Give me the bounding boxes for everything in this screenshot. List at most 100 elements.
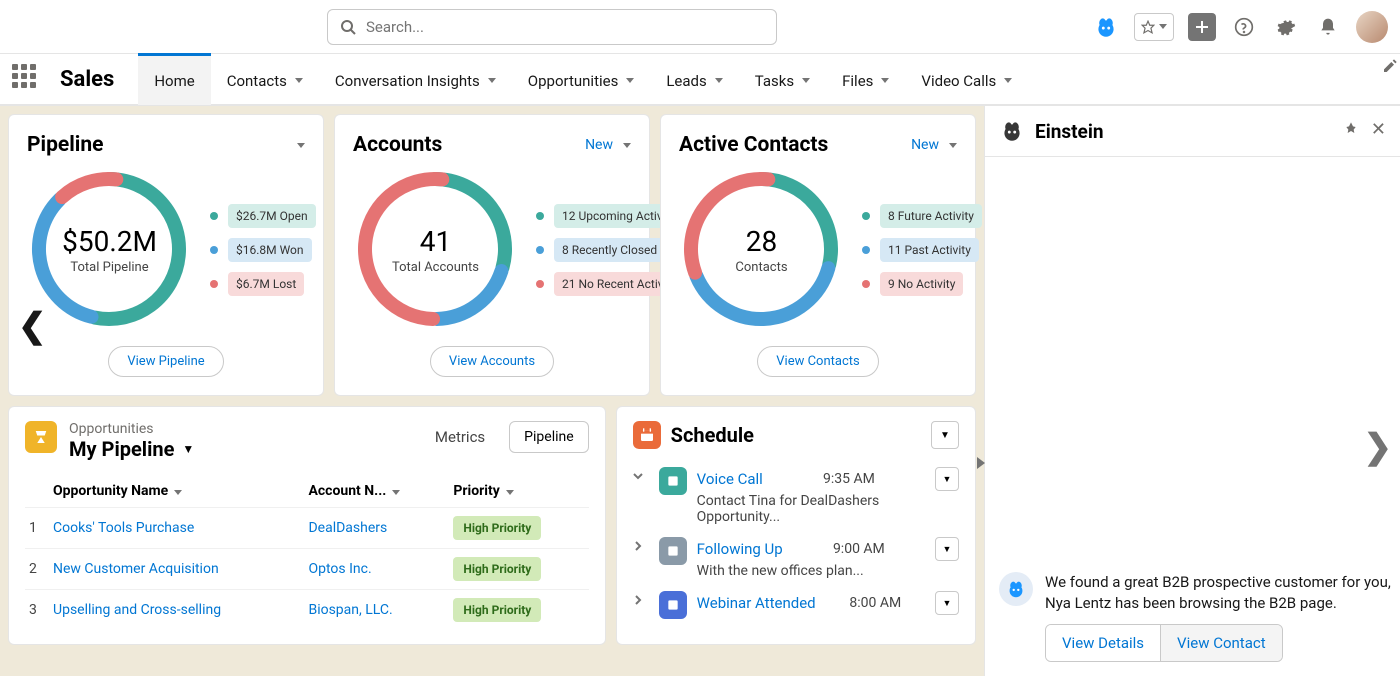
event-menu[interactable]: ▼ [935, 591, 959, 615]
expand-toggle[interactable] [633, 467, 649, 525]
accounts-donut: 41Total Accounts [353, 167, 518, 332]
chevron-down-icon [881, 78, 889, 83]
legend-pill: 8 Recently Closed [554, 238, 665, 262]
event-title[interactable]: Following Up [697, 540, 783, 558]
calendar-icon [633, 421, 661, 449]
legend-dot [862, 246, 870, 254]
event-title[interactable]: Webinar Attended [697, 594, 816, 612]
priority-badge: High Priority [453, 557, 541, 581]
nav-tab-contacts[interactable]: Contacts [211, 53, 319, 105]
pin-button[interactable] [1343, 121, 1359, 141]
metrics-toggle[interactable]: Metrics [423, 421, 497, 453]
help-button[interactable] [1230, 13, 1258, 41]
panel-collapse-handle[interactable] [977, 457, 985, 469]
opportunities-title[interactable]: My Pipeline ▼ [69, 437, 411, 461]
nav-tab-files[interactable]: Files [826, 53, 905, 105]
add-button[interactable] [1188, 13, 1216, 41]
chevron-down-icon [802, 78, 810, 83]
opportunities-card: Opportunities My Pipeline ▼ Metrics Pipe… [8, 406, 606, 645]
chevron-down-icon [715, 78, 723, 83]
schedule-card: Schedule ▼ Voice Call 9:35 AM ▼ Contact … [616, 406, 976, 645]
chevron-down-icon [1004, 78, 1012, 83]
user-avatar[interactable] [1356, 11, 1388, 43]
view-contacts-button[interactable]: View Contacts [757, 346, 878, 377]
star-icon [1141, 20, 1155, 34]
event-title[interactable]: Voice Call [697, 470, 763, 488]
new-link[interactable]: New [585, 137, 613, 153]
chevron-down-icon[interactable] [297, 143, 305, 148]
contacts-card: Active Contacts New 28Contacts 8 Future … [660, 114, 976, 396]
legend-dot [536, 280, 544, 288]
nav-tab-leads[interactable]: Leads [650, 53, 738, 105]
card-title: Accounts [353, 133, 442, 157]
priority-badge: High Priority [453, 598, 541, 622]
einstein-icon[interactable] [1092, 13, 1120, 41]
legend-dot [210, 212, 218, 220]
schedule-menu[interactable]: ▼ [931, 421, 959, 449]
app-launcher[interactable] [12, 64, 42, 94]
legend-pill: 9 No Activity [880, 272, 963, 296]
table-row: 3Upselling and Cross-sellingBiospan, LLC… [25, 590, 589, 631]
search-icon [340, 19, 356, 35]
opportunities-subtitle: Opportunities [69, 421, 411, 437]
pipeline-card: Pipeline $50.2MTotal Pipeline $26.7M Ope… [8, 114, 324, 396]
search-input[interactable] [366, 18, 764, 36]
expand-toggle[interactable] [633, 591, 649, 619]
account-link[interactable]: Biospan, LLC. [304, 590, 449, 631]
einstein-message: We found a great B2B prospective custome… [1045, 572, 1400, 614]
pipeline-toggle[interactable]: Pipeline [509, 421, 589, 453]
nav-tab-video-calls[interactable]: Video Calls [905, 53, 1028, 105]
contacts-donut: 28Contacts [679, 167, 844, 332]
pencil-icon [1382, 58, 1398, 74]
new-link[interactable]: New [911, 137, 939, 153]
legend-dot [210, 246, 218, 254]
view-contact-button[interactable]: View Contact [1160, 625, 1282, 661]
legend-dot [210, 280, 218, 288]
legend-dot [536, 212, 544, 220]
chevron-down-icon [626, 78, 634, 83]
priority-badge: High Priority [453, 516, 541, 540]
edit-nav-button[interactable] [1382, 58, 1398, 78]
table-row: 2New Customer AcquisitionOptos Inc.High … [25, 549, 589, 590]
nav-tab-home[interactable]: Home [138, 53, 210, 105]
app-name: Sales [60, 67, 114, 92]
global-search[interactable] [327, 9, 777, 45]
account-link[interactable]: Optos Inc. [304, 549, 449, 590]
chevron-down-icon [488, 78, 496, 83]
schedule-item: Voice Call 9:35 AM ▼ Contact Tina for De… [633, 461, 959, 531]
favorites-button[interactable] [1134, 13, 1174, 41]
einstein-title: Einstein [1035, 120, 1104, 143]
column-header[interactable]: Account N... [304, 475, 449, 508]
schedule-item: Webinar Attended 8:00 AM ▼ [633, 585, 959, 625]
settings-button[interactable] [1272, 13, 1300, 41]
nav-tab-opportunities[interactable]: Opportunities [512, 53, 651, 105]
chevron-down-icon[interactable] [949, 143, 957, 148]
nav-tab-tasks[interactable]: Tasks [739, 53, 826, 105]
column-header[interactable]: Priority [449, 475, 588, 508]
close-button[interactable]: ✕ [1371, 121, 1386, 141]
legend-dot [862, 280, 870, 288]
event-menu[interactable]: ▼ [935, 537, 959, 561]
chevron-down-icon[interactable] [623, 143, 631, 148]
table-row: 1Cooks' Tools PurchaseDealDashersHigh Pr… [25, 508, 589, 549]
legend-pill: $16.8M Won [228, 238, 312, 262]
event-menu[interactable]: ▼ [935, 467, 959, 491]
expand-toggle[interactable] [633, 537, 649, 579]
column-header[interactable]: Opportunity Name [49, 475, 304, 508]
einstein-next[interactable]: ❯ [1364, 427, 1393, 467]
view-accounts-button[interactable]: View Accounts [430, 346, 554, 377]
view-pipeline-button[interactable]: View Pipeline [108, 346, 223, 377]
schedule-title: Schedule [671, 423, 754, 447]
nav-tab-conversation-insights[interactable]: Conversation Insights [319, 53, 512, 105]
carousel-prev[interactable]: ❮ [18, 306, 47, 346]
opportunity-link[interactable]: New Customer Acquisition [49, 549, 304, 590]
event-icon [659, 467, 687, 495]
opportunity-link[interactable]: Cooks' Tools Purchase [49, 508, 304, 549]
account-link[interactable]: DealDashers [304, 508, 449, 549]
view-details-button[interactable]: View Details [1046, 625, 1160, 661]
event-time: 9:35 AM [823, 471, 875, 487]
opportunity-link[interactable]: Upselling and Cross-selling [49, 590, 304, 631]
chevron-down-icon [1159, 24, 1167, 29]
notifications-button[interactable] [1314, 13, 1342, 41]
legend-pill: $6.7M Lost [228, 272, 304, 296]
